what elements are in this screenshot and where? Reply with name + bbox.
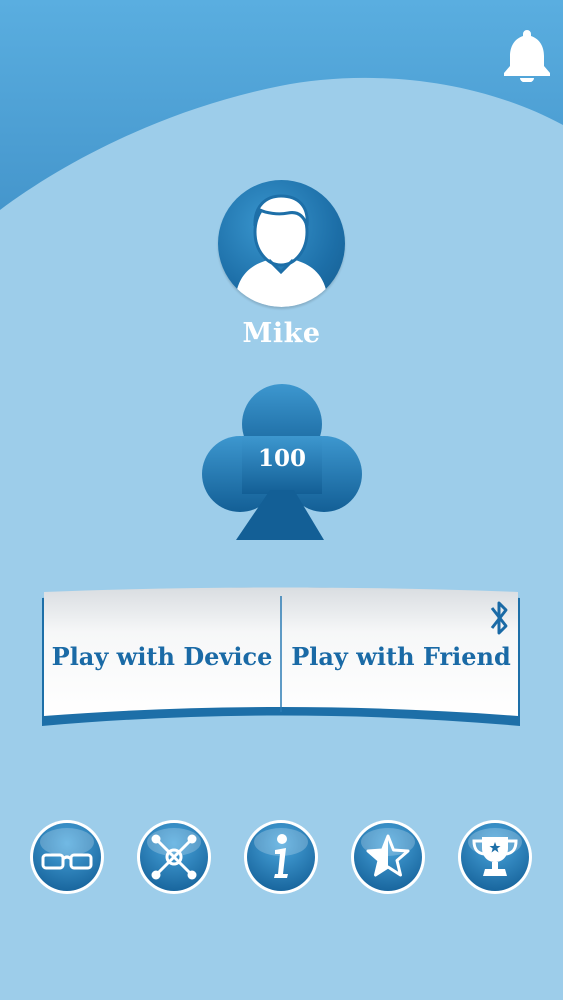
coin-balance: 100 [257,445,306,472]
bluetooth-icon [490,601,508,635]
info-button[interactable] [242,818,320,896]
bell-icon[interactable] [500,26,554,82]
network-button[interactable] [135,818,213,896]
network-icon [137,820,211,894]
play-with-device-button[interactable]: Play with Device [44,596,280,716]
player-name: Mike [242,318,321,349]
glasses-icon [30,820,104,894]
rate-button[interactable] [349,818,427,896]
user-silhouette-icon [236,194,327,307]
star-icon [351,820,425,894]
glasses-button[interactable] [28,818,106,896]
info-icon [244,820,318,894]
play-with-friend-button[interactable]: Play with Friend [284,596,518,716]
trophy-icon [458,820,532,894]
trophy-button[interactable] [456,818,534,896]
avatar[interactable] [218,180,345,307]
